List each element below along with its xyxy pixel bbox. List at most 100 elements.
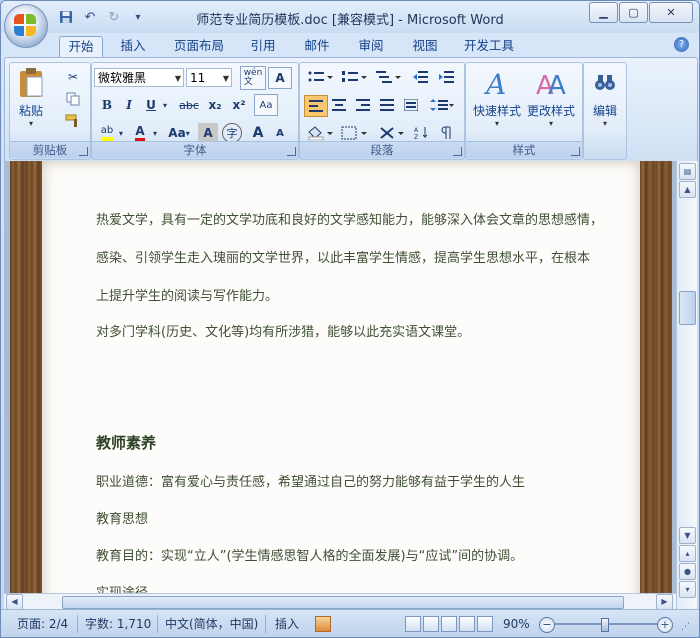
next-page-icon[interactable]: ▾ [679, 581, 696, 598]
phonetic-guide-icon[interactable]: wén 文 [240, 66, 266, 90]
chinese-layout-icon[interactable] [376, 123, 408, 143]
tab-home[interactable]: 开始 [59, 36, 103, 58]
strikethrough-button[interactable]: abc [176, 95, 202, 115]
maximize-button[interactable]: ▢ [619, 2, 648, 23]
clear-formatting-icon[interactable]: Aa [254, 94, 278, 116]
font-launcher-icon[interactable] [287, 147, 296, 156]
ruler-toggle-icon[interactable]: ▤ [679, 163, 696, 180]
previous-page-icon[interactable]: ▴ [679, 545, 696, 562]
font-color-dropdown-icon[interactable]: ▾ [150, 123, 160, 143]
zoom-out-icon[interactable]: − [539, 617, 555, 633]
change-case-button[interactable]: Aa ▾ [164, 123, 194, 143]
document-page[interactable]: 热爱文学，具有一定的文学功底和良好的文学感知能力，能够深入体会文章的思想感情， … [42, 161, 640, 609]
bullets-icon[interactable] [304, 67, 336, 87]
close-button[interactable]: ✕ [649, 2, 693, 23]
italic-button[interactable]: I [120, 95, 138, 115]
doc-heading[interactable]: 教师素养 [96, 432, 156, 453]
editing-button[interactable]: 编辑 ▾ [586, 67, 624, 128]
scroll-thumb[interactable] [679, 291, 696, 325]
zoom-slider[interactable] [555, 623, 665, 625]
vertical-scrollbar[interactable]: ▤ ▲ ▼ ▴ ● ▾ [676, 161, 697, 609]
align-center-icon[interactable] [328, 95, 350, 115]
doc-paragraph[interactable]: 教育目的：实现“立人”(学生情感思智人格的全面发展)与“应试”间的协调。 [96, 545, 523, 564]
draft-view-icon[interactable] [477, 616, 493, 632]
horizontal-scroll-thumb[interactable] [62, 596, 624, 609]
paragraph-launcher-icon[interactable] [453, 147, 462, 156]
format-painter-icon[interactable] [62, 111, 84, 131]
tab-references[interactable]: 引用 [241, 36, 285, 57]
page-count[interactable]: 页面: 2/4 [17, 615, 68, 633]
help-icon[interactable]: ? [674, 37, 689, 52]
web-layout-icon[interactable] [441, 616, 457, 632]
tab-developer[interactable]: 开发工具 [457, 36, 521, 57]
tab-mailings[interactable]: 邮件 [295, 36, 339, 57]
sort-icon[interactable]: AZ [412, 123, 432, 143]
doc-paragraph[interactable]: 教育思想 [96, 508, 148, 527]
print-layout-view-icon[interactable] [405, 616, 421, 632]
underline-button[interactable]: U [142, 95, 160, 115]
numbering-icon[interactable] [338, 67, 370, 87]
borders-icon[interactable] [338, 123, 370, 143]
scroll-up-icon[interactable]: ▲ [679, 181, 696, 198]
paste-button[interactable]: 粘贴 ▾ [14, 67, 48, 128]
doc-paragraph[interactable]: 热爱文学，具有一定的文学功底和良好的文学感知能力，能够深入体会文章的思想感情， [96, 209, 603, 228]
distributed-icon[interactable] [400, 95, 422, 115]
justify-icon[interactable] [376, 95, 398, 115]
doc-paragraph[interactable]: 职业道德：富有爱心与责任感，希望通过自己的努力能够有益于学生的人生 [96, 471, 525, 490]
bold-button[interactable]: B [98, 95, 116, 115]
office-button[interactable] [4, 4, 48, 48]
align-left-icon[interactable] [304, 95, 328, 117]
change-styles-button[interactable]: AA 更改样式 ▾ [524, 67, 578, 128]
tab-insert[interactable]: 插入 [111, 36, 155, 57]
title-bar: ↶ ↻ ▾ 师范专业简历模板.doc [兼容模式] - Microsoft Wo… [1, 1, 699, 33]
enclose-char-button[interactable]: 字 [222, 123, 242, 143]
grow-font-button[interactable]: A [248, 123, 268, 143]
font-color-button[interactable]: A [130, 123, 150, 143]
scroll-left-icon[interactable]: ◀ [6, 594, 23, 610]
copy-icon[interactable] [62, 89, 84, 109]
clipboard-launcher-icon[interactable] [79, 147, 88, 156]
cut-icon[interactable]: ✂ [62, 67, 84, 87]
tab-page-layout[interactable]: 页面布局 [167, 36, 231, 57]
font-size-select[interactable]: 11 ▼ [186, 68, 232, 87]
font-name-select[interactable]: 微软雅黑 ▼ [94, 68, 184, 87]
scroll-right-icon[interactable]: ▶ [656, 594, 673, 610]
horizontal-scrollbar[interactable]: ◀ ▶ [4, 593, 676, 610]
highlight-dropdown-icon[interactable]: ▾ [116, 123, 126, 143]
macro-record-icon[interactable] [315, 616, 331, 632]
styles-launcher-icon[interactable] [571, 147, 580, 156]
minimize-button[interactable]: ▁ [589, 2, 618, 23]
char-border-icon[interactable]: A [268, 67, 292, 89]
zoom-slider-thumb[interactable] [600, 618, 609, 632]
align-right-icon[interactable] [352, 95, 374, 115]
resize-grip-icon[interactable]: ⋰ [681, 618, 690, 636]
document-area[interactable]: 热爱文学，具有一定的文学功底和良好的文学感知能力，能够深入体会文章的思想感情， … [4, 161, 676, 609]
doc-paragraph[interactable]: 感染、引领学生走入瑰丽的文学世界，以此丰富学生情感，提高学生思想水平，在根本 [96, 247, 590, 266]
quick-styles-button[interactable]: A 快速样式 ▾ [470, 67, 524, 128]
outline-view-icon[interactable] [459, 616, 475, 632]
scroll-down-icon[interactable]: ▼ [679, 527, 696, 544]
subscript-button[interactable]: x₂ [204, 95, 226, 115]
show-marks-icon[interactable] [436, 123, 456, 143]
doc-paragraph[interactable]: 上提升学生的阅读与写作能力。 [96, 285, 278, 304]
browse-object-icon[interactable]: ● [679, 563, 696, 580]
zoom-level[interactable]: 90% [503, 615, 530, 633]
decrease-indent-icon[interactable] [408, 67, 432, 87]
highlight-button[interactable]: ab [96, 123, 118, 143]
doc-paragraph[interactable]: 对多门学科(历史、文化等)均有所涉猎，能够以此充实语文课堂。 [96, 321, 470, 340]
increase-indent-icon[interactable] [434, 67, 458, 87]
insert-mode[interactable]: 插入 [275, 615, 299, 633]
tab-view[interactable]: 视图 [403, 36, 447, 57]
char-shading-button[interactable]: A [198, 123, 218, 143]
full-screen-reading-icon[interactable] [423, 616, 439, 632]
language-indicator[interactable]: 中文(简体，中国) [165, 615, 258, 633]
line-spacing-icon[interactable] [426, 95, 458, 115]
tab-review[interactable]: 审阅 [349, 36, 393, 57]
shading-icon[interactable] [304, 123, 336, 143]
underline-dropdown-icon[interactable]: ▾ [160, 95, 170, 115]
shrink-font-button[interactable]: A [270, 123, 290, 143]
superscript-button[interactable]: x² [228, 95, 250, 115]
word-count[interactable]: 字数: 1,710 [85, 615, 151, 633]
multilevel-list-icon[interactable] [372, 67, 404, 87]
zoom-in-icon[interactable]: + [657, 617, 673, 633]
